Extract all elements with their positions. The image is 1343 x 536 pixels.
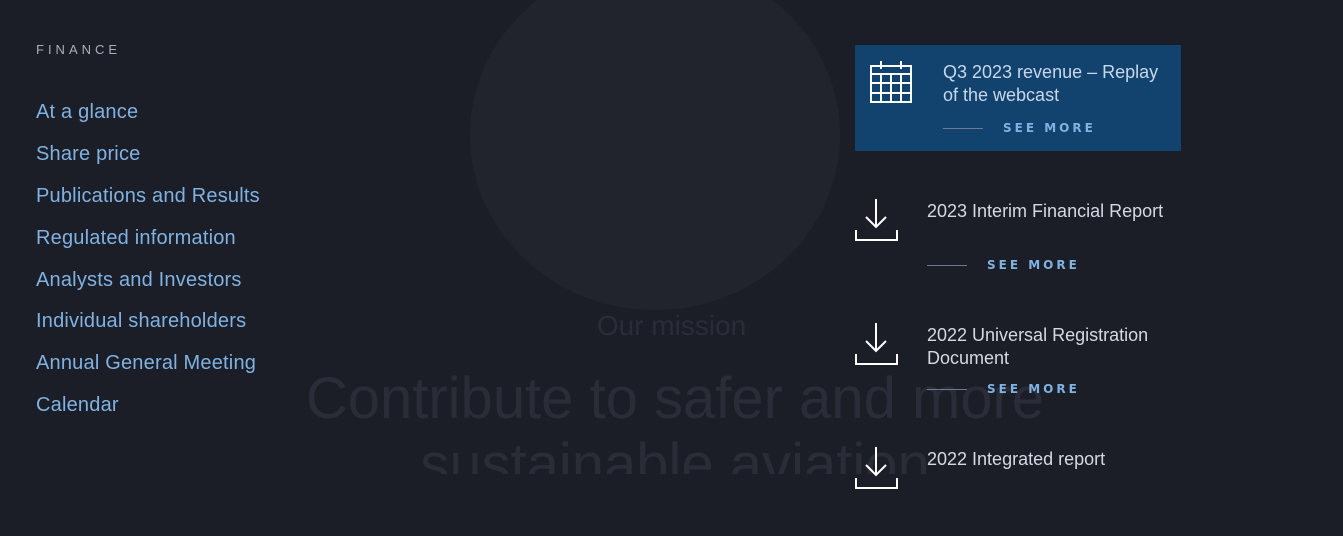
nav-link-annual-general-meeting[interactable]: Annual General Meeting [36,349,260,391]
nav-link-regulated-information[interactable]: Regulated information [36,224,260,266]
see-more-label: SEE MORE [1003,121,1096,135]
nav-link-calendar[interactable]: Calendar [36,391,260,433]
document-title: 2022 Universal Registration Document [927,325,1149,368]
document-title: 2022 Integrated report [927,449,1106,469]
nav-link-analysts-investors[interactable]: Analysts and Investors [36,266,260,308]
see-more-divider [927,264,967,266]
finance-section-label: FINANCE [36,42,122,57]
nav-link-publications-results[interactable]: Publications and Results [36,182,260,224]
document-see-more-link[interactable]: SEE MORE [927,382,1080,396]
document-item-urd[interactable]: 2022 Universal Registration Document SEE… [855,322,1185,412]
nav-link-individual-shareholders[interactable]: Individual shareholders [36,307,260,349]
nav-link-share-price[interactable]: Share price [36,140,260,182]
document-title: 2023 Interim Financial Report [927,201,1164,221]
document-item-integrated-report[interactable]: 2022 Integrated report [855,446,1185,536]
download-icon [855,198,899,246]
background-portrait [470,0,840,310]
see-more-label: SEE MORE [987,382,1080,396]
finance-nav: At a glance Share price Publications and… [36,98,260,433]
featured-title: Q3 2023 revenue – Replay of the webcast [943,62,1159,105]
document-see-more-link[interactable]: SEE MORE [927,258,1080,272]
calendar-icon [869,60,913,108]
featured-see-more-link[interactable]: SEE MORE [943,121,1096,135]
featured-webcast-card[interactable]: Q3 2023 revenue – Replay of the webcast … [855,45,1181,151]
document-item-interim-report[interactable]: 2023 Interim Financial Report SEE MORE [855,198,1185,288]
see-more-divider [943,127,983,129]
see-more-label: SEE MORE [987,258,1080,272]
download-icon [855,446,899,494]
download-icon [855,322,899,370]
see-more-divider [927,388,967,390]
nav-link-at-a-glance[interactable]: At a glance [36,98,260,140]
